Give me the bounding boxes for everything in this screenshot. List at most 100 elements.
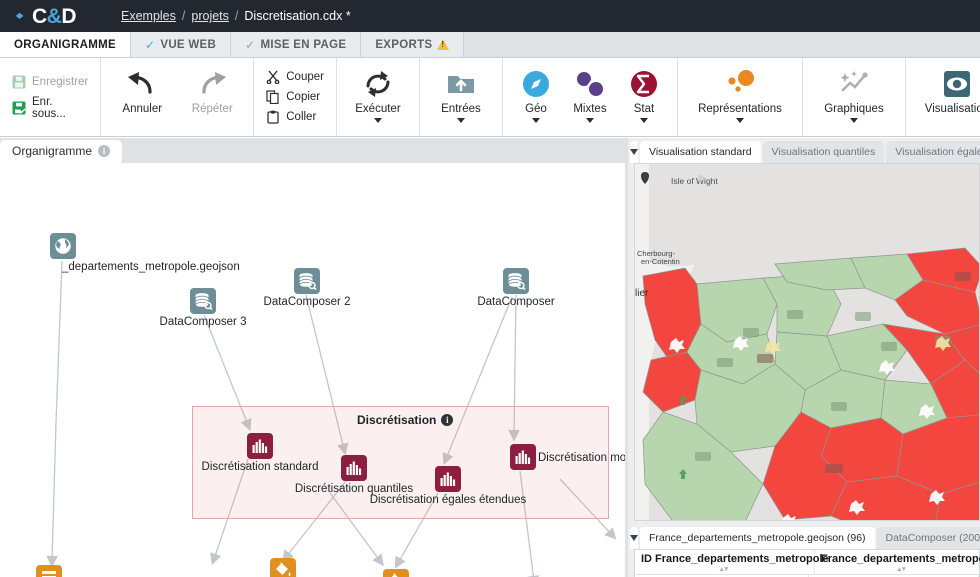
chevron-down-icon[interactable]	[849, 118, 858, 123]
folder-upload-icon	[446, 67, 476, 101]
paste-button[interactable]: Coller	[266, 110, 324, 124]
execute-button[interactable]: Exécuter	[343, 58, 413, 136]
tab-table-geojson-label: France_departements_metropole.geojson (9…	[649, 532, 866, 544]
ribbon-group-representations: Représentations	[678, 58, 803, 136]
tab-visualisation-quantiles[interactable]: Visualisation quantiles	[762, 141, 885, 163]
node-discretisation-moy-emboitees[interactable]: Discrétisation moy emboitées	[510, 444, 625, 470]
check-icon: ✓	[245, 37, 256, 52]
save-button[interactable]: Enregistrer	[12, 75, 88, 89]
svg-text:en-Cotentin: en-Cotentin	[641, 257, 680, 266]
visualisation-tabs-chevron[interactable]	[630, 141, 638, 163]
ribbon-group-modules: Géo Mixtes Stat	[503, 58, 678, 136]
chevron-down-icon[interactable]	[531, 118, 540, 123]
tab-visualisation-standard[interactable]: Visualisation standard	[640, 141, 761, 163]
paint-bucket-icon	[383, 569, 409, 577]
breadcrumb-item-projets[interactable]: projets	[191, 9, 229, 23]
refresh-cycle-icon	[362, 67, 394, 101]
chevron-down-icon[interactable]	[456, 118, 465, 123]
chevron-down-icon[interactable]	[585, 118, 594, 123]
node-discretisation-standard[interactable]: Discrétisation standard	[202, 433, 318, 473]
info-icon[interactable]: i	[441, 414, 454, 426]
data-table[interactable]: ID France_departements_metropole ▴▾ Fran…	[634, 549, 980, 577]
chevron-down-icon[interactable]	[639, 118, 648, 123]
ribbon-group-run: Exécuter	[337, 58, 420, 136]
histogram-icon	[247, 433, 273, 459]
chevron-down-icon[interactable]	[373, 118, 382, 123]
info-icon[interactable]: i	[98, 145, 111, 157]
representations-button[interactable]: Représentations	[684, 58, 796, 136]
breadcrumb-item-exemples[interactable]: Exemples	[121, 9, 176, 23]
histogram-icon	[510, 444, 536, 470]
tab-visualisation-egales-etendues-label: Visualisation égales étendues	[895, 146, 980, 158]
node-geojson[interactable]: _departements_metropole.geojson	[50, 233, 240, 273]
chevron-down-icon[interactable]	[735, 118, 744, 123]
table-column-id-label: ID France_departements_metropole	[641, 553, 829, 565]
tab-vue-web[interactable]: ✓ VUE WEB	[130, 32, 232, 57]
panel-splitter[interactable]	[625, 138, 628, 577]
mixtes-button-label: Mixtes	[573, 103, 607, 115]
table-icon	[36, 565, 62, 577]
tab-organigramme[interactable]: ORGANIGRAMME	[0, 32, 131, 57]
representations-button-label: Représentations	[698, 103, 782, 115]
save-button-label: Enregistrer	[32, 75, 89, 88]
logo-d: D	[61, 4, 77, 28]
flowchart-canvas[interactable]: Discrétisation i _departements_metropole…	[0, 163, 625, 577]
geo-button[interactable]: Géo	[509, 58, 563, 136]
geo-button-label: Géo	[525, 103, 547, 115]
app-logo[interactable]: C & D	[0, 0, 105, 32]
svg-text:Isle of Wight: Isle of Wight	[671, 176, 718, 186]
node-table-output[interactable]	[36, 565, 62, 577]
paint-bucket-icon	[270, 558, 296, 577]
canvas-tab-organigramme[interactable]: Organigramme i	[0, 140, 123, 163]
tab-visualisation-egales-etendues[interactable]: Visualisation égales étendues	[886, 141, 980, 163]
application-window: C & D Exemples / projets / Discretisation.…	[0, 0, 980, 577]
logo-ampersand: &	[46, 4, 62, 28]
canvas-tab-strip: Organigramme i	[0, 138, 625, 163]
table-column-name[interactable]: France_departements_metropole ▴▾	[815, 550, 980, 574]
visualisation-button[interactable]: Visualisation	[912, 58, 980, 136]
entrees-button[interactable]: Entrées	[426, 58, 496, 136]
database-icon	[294, 268, 320, 294]
node-remplissage-2[interactable]	[383, 569, 409, 577]
node-datacomposer-2-label: DataComposer 2	[263, 296, 351, 308]
main-tab-bar: ORGANIGRAMME ✓ VUE WEB ✓ MISE EN PAGE EX…	[0, 32, 980, 58]
nodes-link-icon	[575, 67, 605, 101]
cut-button[interactable]: Couper	[266, 70, 324, 85]
node-remplissage[interactable]: Remplissage 2	[270, 558, 296, 577]
ribbon-group-file: Enregistrer Enr. sous...	[0, 58, 102, 136]
sort-arrows-icon[interactable]: ▴▾	[821, 565, 980, 574]
tab-table-geojson[interactable]: France_departements_metropole.geojson (9…	[640, 527, 875, 549]
tab-mise-en-page[interactable]: ✓ MISE EN PAGE	[231, 32, 362, 57]
node-datacomposer-2[interactable]: DataComposer 2	[264, 268, 350, 308]
group-discretisation-title: Discrétisation i	[357, 413, 454, 427]
tab-exports[interactable]: EXPORTS	[361, 32, 465, 57]
sort-arrows-icon[interactable]: ▴▾	[641, 565, 808, 574]
node-discretisation-egales-etendues[interactable]: Discrétisation égales étendues	[370, 466, 526, 506]
stat-button[interactable]: Stat	[617, 58, 671, 136]
visualisation-button-label: Visualisation	[924, 103, 980, 115]
save-as-button[interactable]: Enr. sous...	[12, 96, 88, 120]
table-tabs-chevron[interactable]	[630, 527, 638, 549]
save-as-button-label: Enr. sous...	[32, 95, 66, 120]
database-icon	[190, 288, 216, 314]
mixtes-button[interactable]: Mixtes	[563, 58, 617, 136]
node-discretisation-quantiles[interactable]: Discrétisation quantiles	[295, 455, 413, 495]
globe-icon	[50, 233, 76, 259]
breadcrumb-separator: /	[234, 9, 239, 23]
undo-button[interactable]: Annuler	[107, 58, 177, 136]
redo-button[interactable]: Répéter	[177, 58, 247, 136]
clipboard-icon	[266, 110, 280, 124]
graphiques-button[interactable]: Graphiques	[809, 58, 899, 136]
scissors-icon	[266, 70, 280, 85]
breadcrumb: Exemples / projets / Discretisation.cdx …	[121, 9, 351, 23]
table-column-id[interactable]: ID France_departements_metropole ▴▾	[635, 550, 829, 574]
tab-table-datacomposer[interactable]: DataComposer (20007)	[876, 527, 980, 549]
entrees-button-label: Entrées	[441, 103, 481, 115]
node-datacomposer-3-label: DataComposer 3	[159, 316, 247, 328]
node-datacomposer-3[interactable]: DataComposer 3	[160, 288, 246, 328]
copy-button[interactable]: Copier	[266, 90, 324, 105]
map-view[interactable]: Isle of Wight Cherbourg- en-Cotentin lie…	[634, 163, 980, 521]
logo-wordmark: C & D	[32, 4, 77, 28]
node-datacomposer[interactable]: DataComposer	[477, 268, 555, 308]
cut-button-label: Couper	[286, 71, 324, 83]
